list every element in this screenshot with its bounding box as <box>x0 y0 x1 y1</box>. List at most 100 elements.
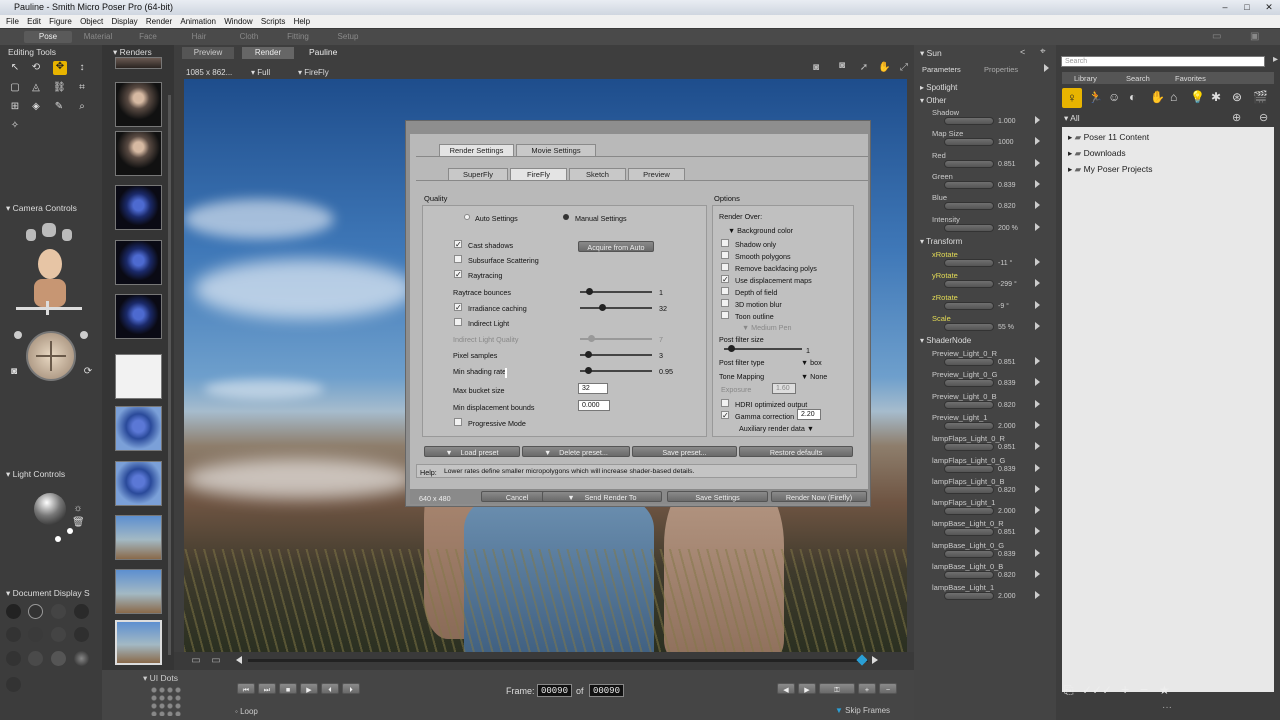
scale-tool-icon[interactable]: ▢ <box>9 82 21 94</box>
tab-firefly[interactable]: FireFly <box>510 168 567 180</box>
parameter-menu-arrow-icon[interactable] <box>1035 527 1040 536</box>
parameter-slider[interactable] <box>944 117 994 125</box>
parameter-menu-arrow-icon[interactable] <box>1035 399 1040 408</box>
tab-library[interactable]: Library <box>1074 74 1097 83</box>
menu-display[interactable]: Display <box>111 17 137 26</box>
tab-properties[interactable]: Properties <box>984 65 1018 74</box>
parameter-slider[interactable] <box>944 322 994 331</box>
room-cloth[interactable]: Cloth <box>225 31 273 43</box>
menu-help[interactable]: Help <box>294 17 310 26</box>
parameter-slider[interactable] <box>944 464 994 473</box>
last-frame-button[interactable]: ⏭ <box>258 683 276 694</box>
sun-icon[interactable]: ☼ <box>72 503 84 515</box>
parameter-menu-arrow-icon[interactable] <box>1035 179 1040 188</box>
parameter-value[interactable]: 0.820 <box>998 203 1016 210</box>
parameter-menu-arrow-icon[interactable] <box>1035 357 1040 365</box>
room-pose[interactable]: Pose <box>24 31 72 43</box>
menu-object[interactable]: Object <box>80 17 103 26</box>
move-xy-control[interactable] <box>14 301 84 315</box>
room-hair[interactable]: Hair <box>175 31 223 43</box>
parameter-value[interactable]: 0.820 <box>998 572 1016 579</box>
spotlight-group[interactable]: ▸ Spotlight <box>920 83 957 92</box>
rotate-tool-icon[interactable]: ⟲ <box>30 62 42 74</box>
total-frames-field[interactable]: 00090 <box>589 684 624 697</box>
settings-icon[interactable]: ▣ <box>1250 31 1259 42</box>
display-style-preview-icon[interactable] <box>6 677 21 692</box>
tab-preview[interactable]: Preview <box>182 47 234 59</box>
folder-my-poser-projects[interactable]: ▸ ▰ My Poser Projects <box>1068 164 1153 175</box>
tab-search[interactable]: Search <box>1126 74 1150 83</box>
parameter-menu-arrow-icon[interactable] <box>1035 201 1040 210</box>
translate-tool-icon[interactable]: ✥ <box>53 61 67 75</box>
parameter-value[interactable]: 2.000 <box>998 423 1016 430</box>
props-category-icon[interactable]: ⌂ <box>1170 90 1177 104</box>
library-search-input[interactable]: Search <box>1061 56 1265 67</box>
resize-dots-icon[interactable]: ··· <box>1162 702 1172 713</box>
gamma-input[interactable]: 2.20 <box>797 409 821 420</box>
figures-category-icon[interactable]: ♀ <box>1062 88 1082 108</box>
parameter-slider[interactable] <box>944 443 994 452</box>
export-icon[interactable]: ➚ <box>858 62 870 74</box>
render-thumbnail[interactable] <box>115 354 162 399</box>
parameter-value[interactable]: 0.851 <box>998 444 1016 451</box>
render-thumbnail[interactable] <box>115 294 162 339</box>
room-face[interactable]: Face <box>124 31 172 43</box>
render-thumbnail[interactable] <box>115 461 162 506</box>
render-thumbnail[interactable] <box>115 131 162 176</box>
render-thumbnail[interactable] <box>115 515 162 560</box>
parameter-dial[interactable]: Preview_Light_0_B 0.820 <box>930 392 1050 410</box>
menu-figure[interactable]: Figure <box>49 17 72 26</box>
pixel-samples-knob[interactable] <box>585 351 592 358</box>
shadow-only-checkbox[interactable] <box>721 239 729 247</box>
previous-frame-button[interactable]: ⏴ <box>321 683 339 694</box>
parameter-value[interactable]: -11 ° <box>998 260 1012 267</box>
render-thumbnail[interactable] <box>115 185 162 230</box>
parameter-menu-arrow-icon[interactable] <box>1035 258 1040 266</box>
parameter-value[interactable]: 0.851 <box>998 359 1016 366</box>
parameter-value[interactable]: 0.839 <box>998 182 1016 189</box>
display-style-smooth-shaded-icon[interactable] <box>28 651 43 666</box>
restore-defaults-button[interactable]: Restore defaults <box>739 446 853 457</box>
depth-of-field-checkbox[interactable] <box>721 287 729 295</box>
parameter-menu-arrow-icon[interactable] <box>1035 484 1040 493</box>
irradiance-knob[interactable] <box>599 304 606 311</box>
send-render-to-button[interactable]: ▼ Send Render To <box>542 491 662 502</box>
parameter-dial[interactable]: lampFlaps_Light_0_R 0.851 <box>930 434 1050 452</box>
room-material[interactable]: Material <box>74 31 122 43</box>
trash-icon[interactable]: 🗑 <box>72 517 85 529</box>
display-style-wireframe-icon[interactable] <box>51 604 66 619</box>
parameter-value[interactable]: 1000 <box>998 139 1014 146</box>
render-thumbnail[interactable] <box>115 82 162 127</box>
parameter-dial[interactable]: Red 0.851 <box>930 151 1050 169</box>
light-indicator-icon[interactable] <box>67 528 73 534</box>
gamma-correction-checkbox[interactable]: ✓ <box>721 411 729 420</box>
use-displacement-checkbox[interactable]: ✓ <box>721 275 729 284</box>
parameter-dial[interactable]: Preview_Light_0_R 0.851 <box>930 349 1050 367</box>
parameter-menu-arrow-icon[interactable] <box>1035 463 1040 472</box>
tab-parameters[interactable]: Parameters <box>922 65 961 74</box>
camera-snapshot-icon[interactable]: ◙ <box>810 62 822 74</box>
parameter-value[interactable]: 2.000 <box>998 593 1016 600</box>
parameter-value[interactable]: 2.000 <box>998 508 1016 515</box>
expand-icon[interactable]: ⤢ <box>898 62 910 74</box>
parameter-dial[interactable]: Preview_Light_1 2.000 <box>930 413 1050 431</box>
view-magnifier-icon[interactable]: ◈ <box>30 101 42 113</box>
select-tool-icon[interactable]: ↖ <box>9 62 21 74</box>
face-camera-icon[interactable] <box>30 249 70 309</box>
zoom-tool-icon[interactable]: ⌕ <box>76 101 88 113</box>
display-style-hidden-line-icon[interactable] <box>74 604 89 619</box>
auto-settings-radio[interactable] <box>464 214 470 220</box>
tab-movie-settings[interactable]: Movie Settings <box>516 144 596 156</box>
parameter-value[interactable]: 55 % <box>998 324 1014 331</box>
library-menu-icon[interactable]: ▸ <box>1273 54 1278 65</box>
add-library-icon[interactable]: ⊕ <box>1232 111 1241 124</box>
shadernode-group[interactable]: ▾ ShaderNode <box>920 336 971 345</box>
menu-scripts[interactable]: Scripts <box>261 17 285 26</box>
transform-group[interactable]: ▾ Transform <box>920 237 962 246</box>
parameter-menu-arrow-icon[interactable] <box>1035 300 1040 309</box>
parameter-dial[interactable]: zRotate -9 ° <box>930 293 1050 311</box>
scrubber-left-arrow-icon[interactable] <box>236 656 242 664</box>
loop-toggle[interactable]: ◦ Loop <box>235 707 258 716</box>
parameter-slider[interactable] <box>944 358 994 366</box>
irradiance-caching-checkbox[interactable]: ✓ <box>454 303 462 312</box>
